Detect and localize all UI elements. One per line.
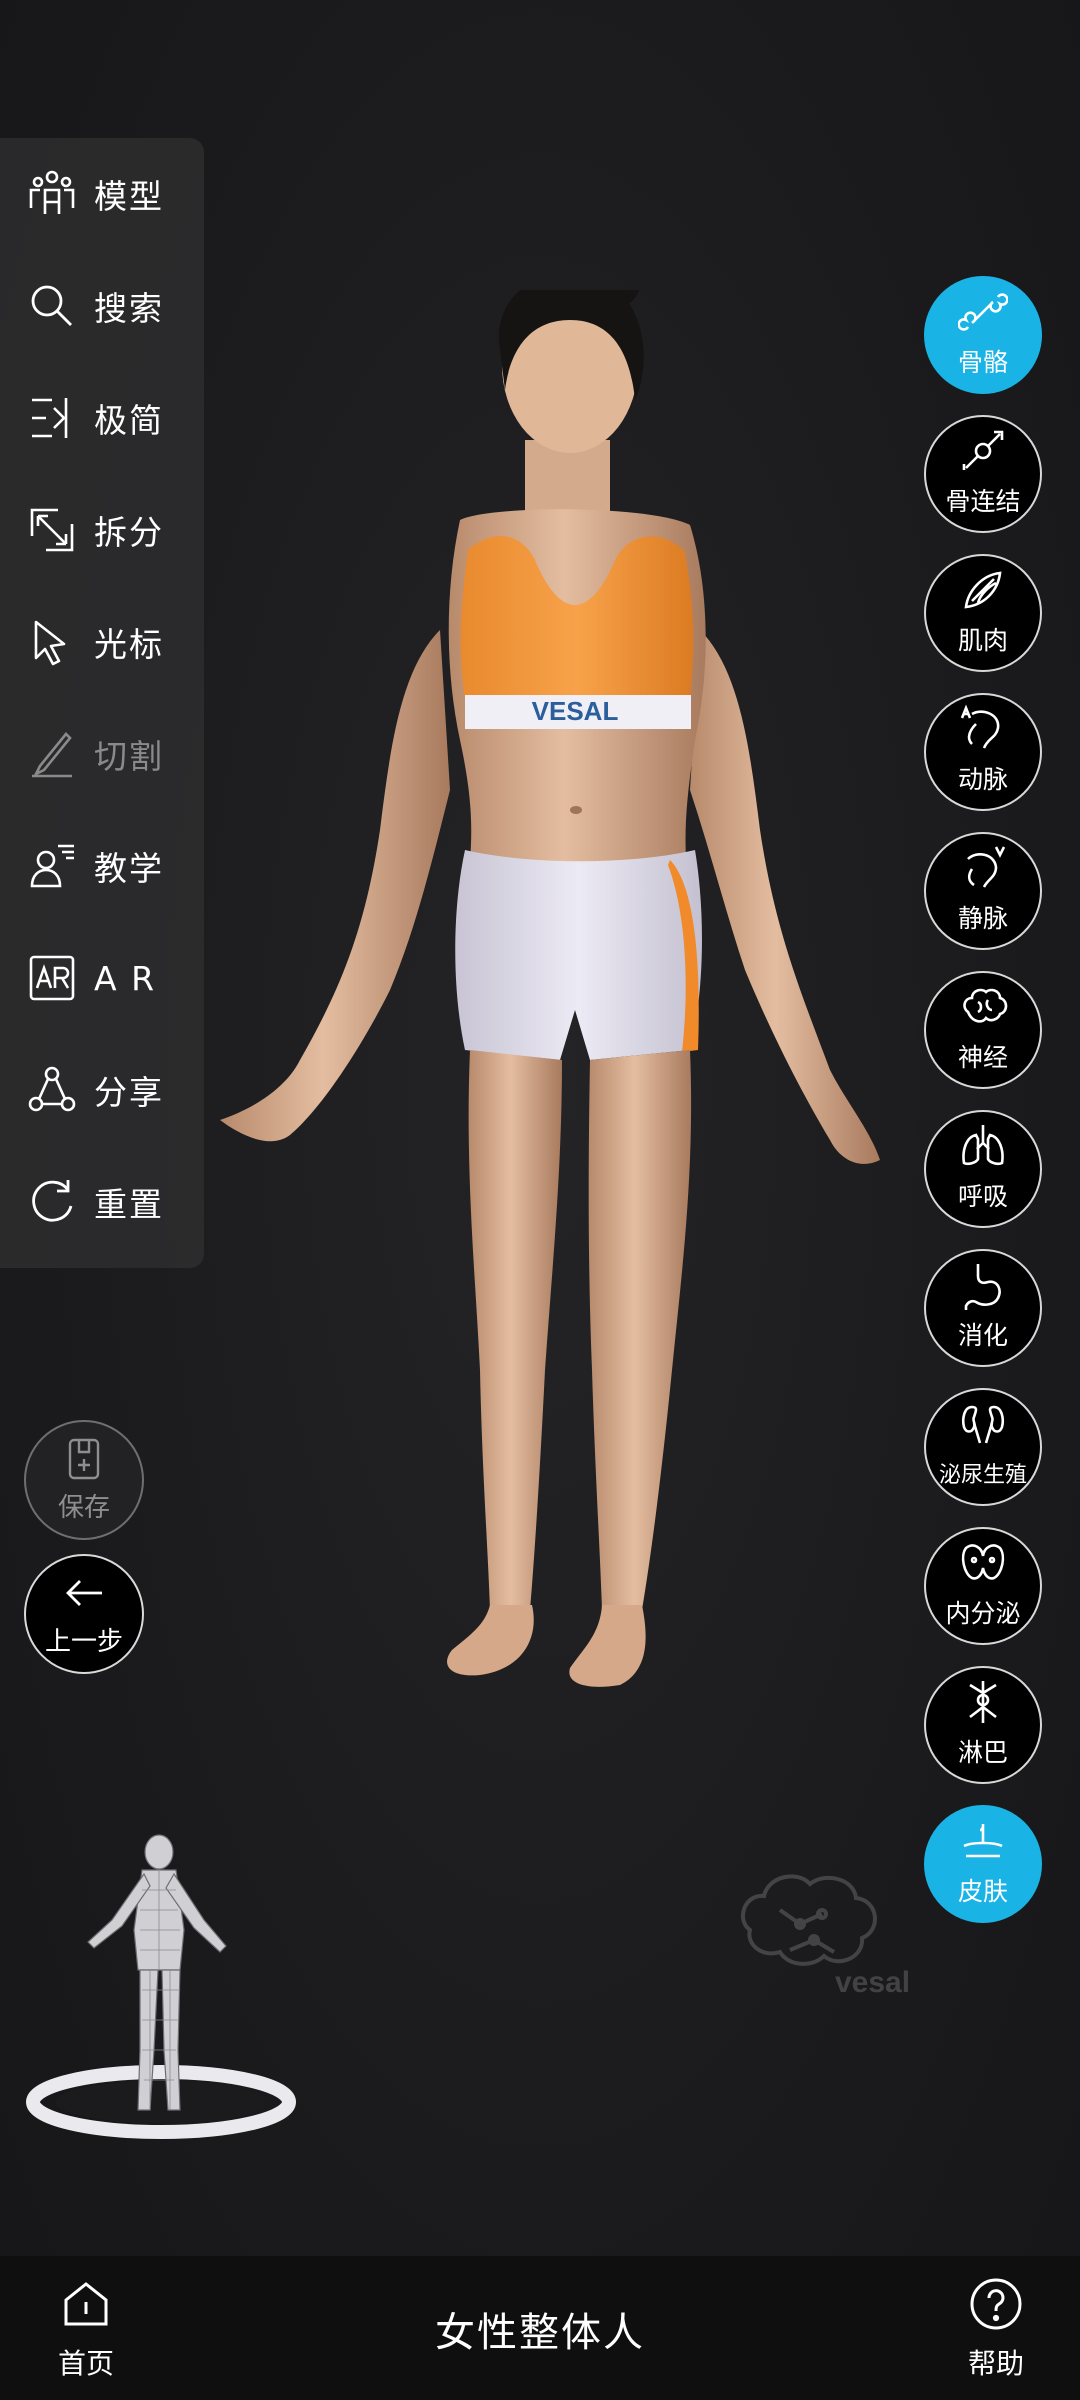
system-label: 骨骼: [957, 348, 1008, 377]
save-button[interactable]: 保存: [24, 1420, 144, 1540]
3d-model-viewport[interactable]: VESAL: [190, 252, 950, 1990]
bra-brand-text: VESAL: [532, 696, 619, 726]
search-icon: [24, 278, 80, 334]
system-label: 皮肤: [957, 1877, 1008, 1906]
tool-ar-button[interactable]: A R: [0, 922, 204, 1034]
thyroid-icon: [958, 1542, 1008, 1592]
share-icon: [24, 1062, 80, 1118]
cursor-icon: [24, 614, 80, 670]
bottom-navigation-bar: 首页 女性整体人 帮助: [0, 2256, 1080, 2400]
minimal-icon: [24, 390, 80, 446]
tool-model-button[interactable]: 模型: [0, 138, 204, 250]
system-label: 泌尿生殖: [938, 1463, 1027, 1488]
tool-cut-button[interactable]: 切割: [0, 698, 204, 810]
skin-icon: [958, 1820, 1008, 1870]
tool-label: 切割: [94, 737, 164, 776]
system-nerve-button[interactable]: 神经: [924, 971, 1042, 1089]
kidney-icon: [958, 1405, 1008, 1455]
arrow-left-icon: [62, 1571, 106, 1619]
undo-button[interactable]: 上一步: [24, 1554, 144, 1674]
reset-icon: [24, 1174, 80, 1230]
tool-cursor-button[interactable]: 光标: [0, 586, 204, 698]
system-label: 呼吸: [957, 1182, 1008, 1211]
anatomy-viewer-screen: VESAL 模型 搜索 极简 拆分 光标 切割 教学 A R 分享 重置 保存 …: [0, 0, 1080, 2400]
teacher-icon: [24, 838, 80, 894]
tool-share-button[interactable]: 分享: [0, 1034, 204, 1146]
tool-label: 教学: [94, 849, 164, 888]
save-icon: [62, 1437, 106, 1485]
tool-panel: 模型 搜索 极简 拆分 光标 切割 教学 A R 分享 重置: [0, 138, 204, 1268]
stomach-icon: [958, 1264, 1008, 1314]
joint-icon: [958, 430, 1008, 480]
system-label: 肌肉: [957, 626, 1008, 655]
vein-icon: [958, 846, 1008, 897]
system-vein-button[interactable]: 静脉: [924, 832, 1042, 950]
bone-icon: [957, 291, 1009, 341]
system-skin-button[interactable]: 皮肤: [924, 1805, 1042, 1923]
artery-icon: [958, 704, 1008, 758]
female-body-model[interactable]: VESAL: [190, 252, 950, 1990]
system-label: 内分泌: [945, 1599, 1021, 1628]
knife-icon: [24, 726, 80, 782]
split-icon: [24, 502, 80, 558]
tool-teach-button[interactable]: 教学: [0, 810, 204, 922]
tool-label: 模型: [94, 177, 164, 216]
ar-icon: [24, 950, 80, 1006]
system-bone-button[interactable]: 骨骼: [924, 276, 1042, 394]
system-label: 消化: [957, 1321, 1008, 1350]
tool-label: 极简: [94, 401, 164, 440]
question-circle-icon: [968, 2276, 1024, 2336]
undo-label: 上一步: [44, 1626, 123, 1657]
system-label: 静脉: [957, 904, 1008, 933]
tool-minimal-button[interactable]: 极简: [0, 362, 204, 474]
help-button[interactable]: 帮助: [954, 2276, 1038, 2382]
system-urogenital-button[interactable]: 泌尿生殖: [924, 1388, 1042, 1506]
help-label: 帮助: [967, 2347, 1024, 2380]
system-label: 骨连结: [945, 487, 1021, 516]
tool-reset-button[interactable]: 重置: [0, 1146, 204, 1258]
system-artery-button[interactable]: 动脉: [924, 693, 1042, 811]
orientation-mini-model[interactable]: [26, 1830, 296, 2150]
people-icon: [24, 166, 80, 222]
system-lymph-button[interactable]: 淋巴: [924, 1666, 1042, 1784]
tool-label: 光标: [94, 625, 164, 664]
system-respiratory-button[interactable]: 呼吸: [924, 1110, 1042, 1228]
system-label: 淋巴: [957, 1738, 1008, 1767]
tool-label: 搜索: [94, 289, 164, 328]
tool-split-button[interactable]: 拆分: [0, 474, 204, 586]
system-muscle-button[interactable]: 肌肉: [924, 554, 1042, 672]
system-label: 神经: [957, 1043, 1008, 1072]
muscle-icon: [958, 569, 1008, 619]
lymph-icon: [958, 1681, 1008, 1731]
brain-icon: [958, 986, 1008, 1036]
system-endocrine-button[interactable]: 内分泌: [924, 1527, 1042, 1645]
system-label: 动脉: [957, 765, 1008, 794]
watermark-text: vesal: [835, 1966, 910, 1999]
tool-search-button[interactable]: 搜索: [0, 250, 204, 362]
save-label: 保存: [57, 1492, 110, 1523]
system-joint-button[interactable]: 骨连结: [924, 415, 1042, 533]
tool-label: 拆分: [94, 513, 164, 552]
tool-label: 重置: [94, 1185, 164, 1224]
vesal-watermark-logo: vesal: [730, 1860, 910, 2000]
tool-label: 分享: [94, 1073, 164, 1112]
lungs-icon: [958, 1125, 1008, 1175]
tool-label: A R: [94, 958, 156, 998]
model-title: 女性整体人: [435, 2310, 645, 2356]
system-digestive-button[interactable]: 消化: [924, 1249, 1042, 1367]
